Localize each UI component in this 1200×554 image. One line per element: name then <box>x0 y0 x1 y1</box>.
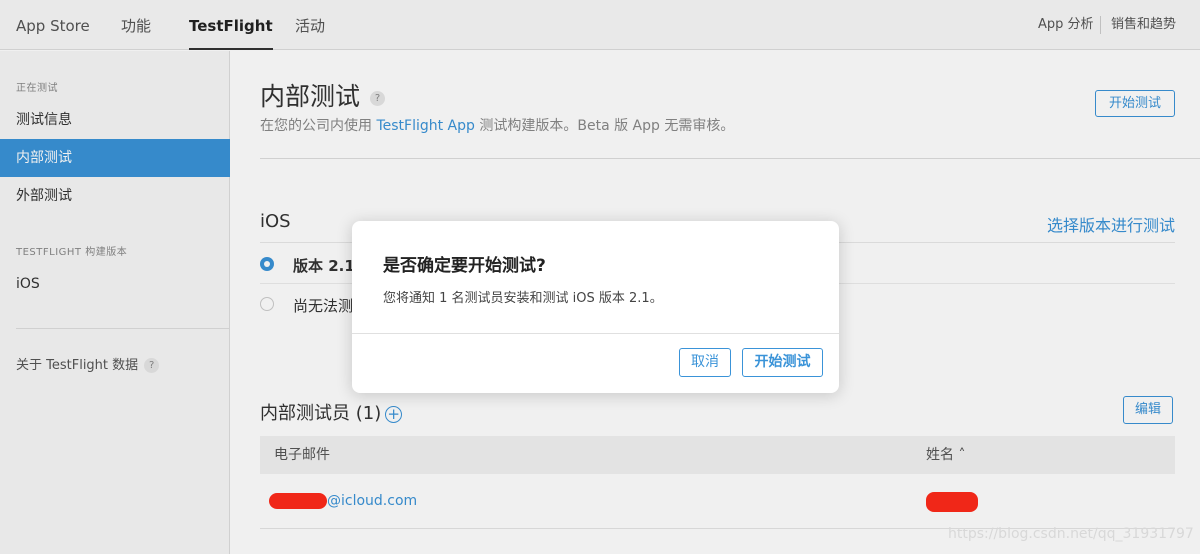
dialog-title: 是否确定要开始测试? <box>383 256 546 276</box>
dialog-divider <box>352 333 839 334</box>
confirm-dialog: 是否确定要开始测试? 您将通知 1 名测试员安装和测试 iOS 版本 2.1。 … <box>352 221 839 393</box>
watermark: https://blog.csdn.net/qq_31931797 <box>948 526 1194 542</box>
dialog-message: 您将通知 1 名测试员安装和测试 iOS 版本 2.1。 <box>383 291 663 306</box>
confirm-start-button[interactable]: 开始测试 <box>742 348 823 377</box>
cancel-button[interactable]: 取消 <box>679 348 731 377</box>
